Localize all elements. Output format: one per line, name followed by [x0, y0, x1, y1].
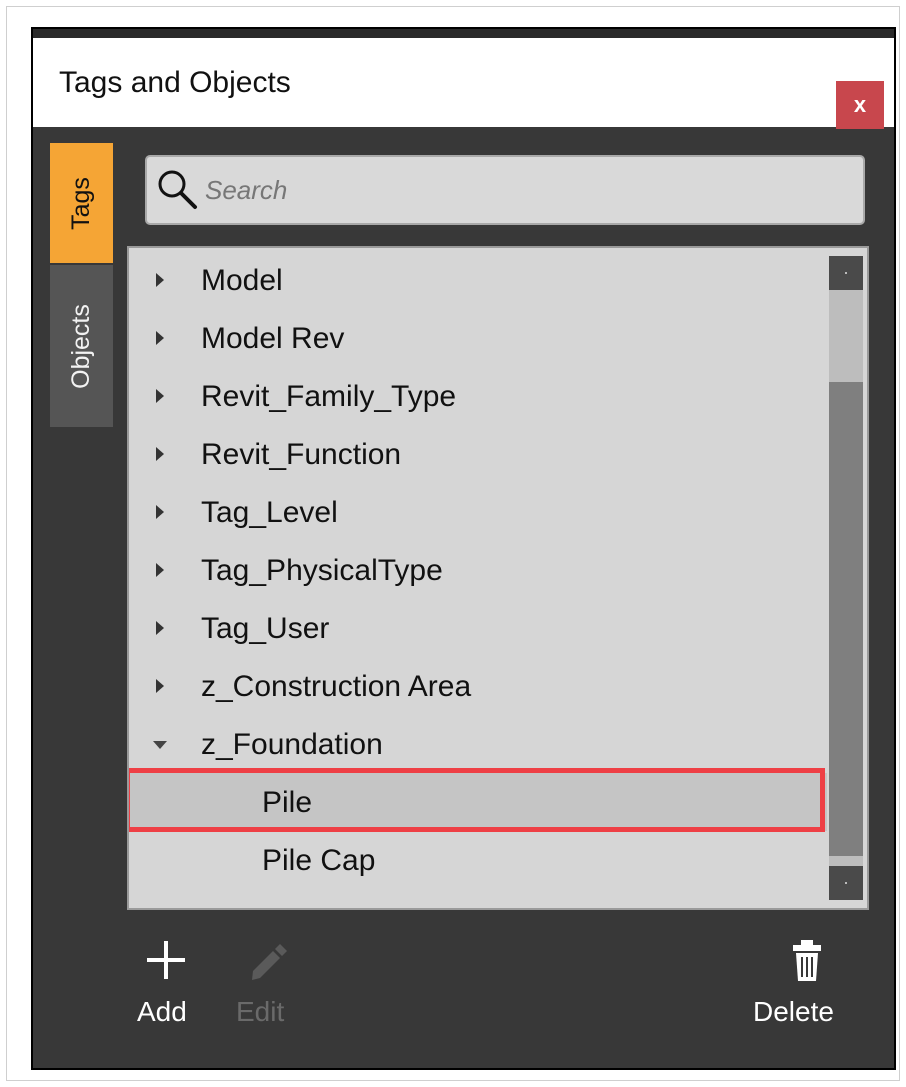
close-button[interactable]: x	[836, 81, 884, 129]
tree-item-label: Tag_PhysicalType	[201, 554, 443, 587]
tree-item-label: Tag_Level	[201, 496, 338, 529]
tab-objects-label: Objects	[67, 303, 96, 389]
tree-item-label: Pile Cap	[262, 844, 376, 877]
edit-label: Edit	[236, 996, 285, 1027]
tab-objects[interactable]: Objects	[50, 265, 113, 427]
tree-item-pile-cap[interactable]: Pile Cap	[129, 831, 827, 889]
delete-button[interactable]: Delete	[751, 931, 861, 1041]
trash-icon	[793, 940, 821, 981]
tags-and-objects-dialog: Tags and Objects x Tags Objects Search M…	[31, 27, 896, 1070]
expand-arrow-icon[interactable]	[156, 273, 164, 287]
tree-item-label: Model Rev	[201, 322, 345, 355]
tree-item-label: Tag_User	[201, 612, 330, 645]
selection-highlight-annotation	[129, 768, 825, 832]
tree-item-z-construction-area[interactable]: z_Construction Area	[129, 657, 827, 715]
tree-item-revit-function[interactable]: Revit_Function	[129, 425, 827, 483]
scroll-up-icon	[845, 272, 847, 274]
scroll-up-button[interactable]	[829, 256, 863, 290]
dialog-title: Tags and Objects	[59, 66, 291, 99]
collapse-arrow-icon[interactable]	[153, 741, 167, 749]
search-placeholder: Search	[205, 175, 288, 205]
tree-item-label: Revit_Family_Type	[201, 380, 457, 413]
scroll-thumb[interactable]	[829, 382, 863, 856]
tree-item-tag-user[interactable]: Tag_User	[129, 599, 827, 657]
plus-icon	[147, 941, 185, 979]
scroll-down-icon	[845, 882, 847, 884]
edit-button[interactable]: Edit	[231, 931, 311, 1041]
expand-arrow-icon[interactable]	[156, 389, 164, 403]
window-top-strip	[33, 29, 894, 38]
tree-item-label: z_Construction Area	[201, 670, 472, 703]
tree-item-label: Model	[201, 264, 283, 297]
expand-arrow-icon[interactable]	[156, 621, 164, 635]
search-input[interactable]: Search	[145, 155, 865, 225]
tree-item-tag-physicaltype[interactable]: Tag_PhysicalType	[129, 541, 827, 599]
add-label: Add	[137, 996, 187, 1027]
tree-item-tag-level[interactable]: Tag_Level	[129, 483, 827, 541]
scroll-down-button[interactable]	[829, 866, 863, 900]
tree-item-model[interactable]: Model	[129, 251, 827, 309]
tab-tags-label: Tags	[67, 176, 95, 230]
expand-arrow-icon[interactable]	[156, 331, 164, 345]
expand-arrow-icon[interactable]	[156, 505, 164, 519]
tree-item-model-rev[interactable]: Model Rev	[129, 309, 827, 367]
expand-arrow-icon[interactable]	[156, 563, 164, 577]
search-icon	[158, 170, 197, 209]
dialog-titlebar: Tags and Objects x	[33, 38, 894, 129]
tag-tree: Model Model Rev Revit_Family_Type Revit_…	[127, 246, 869, 910]
pencil-icon	[252, 944, 287, 980]
tree-item-label: z_Foundation	[201, 728, 383, 761]
add-button[interactable]: Add	[131, 931, 211, 1041]
tab-tags[interactable]: Tags	[50, 143, 113, 263]
tree-item-revit-family-type[interactable]: Revit_Family_Type	[129, 367, 827, 425]
tree-item-label: Revit_Function	[201, 438, 402, 471]
tree-item-z-foundation[interactable]: z_Foundation	[129, 715, 827, 773]
tree-scrollbar[interactable]	[829, 256, 863, 900]
expand-arrow-icon[interactable]	[156, 679, 164, 693]
expand-arrow-icon[interactable]	[156, 447, 164, 461]
delete-label: Delete	[753, 996, 834, 1027]
